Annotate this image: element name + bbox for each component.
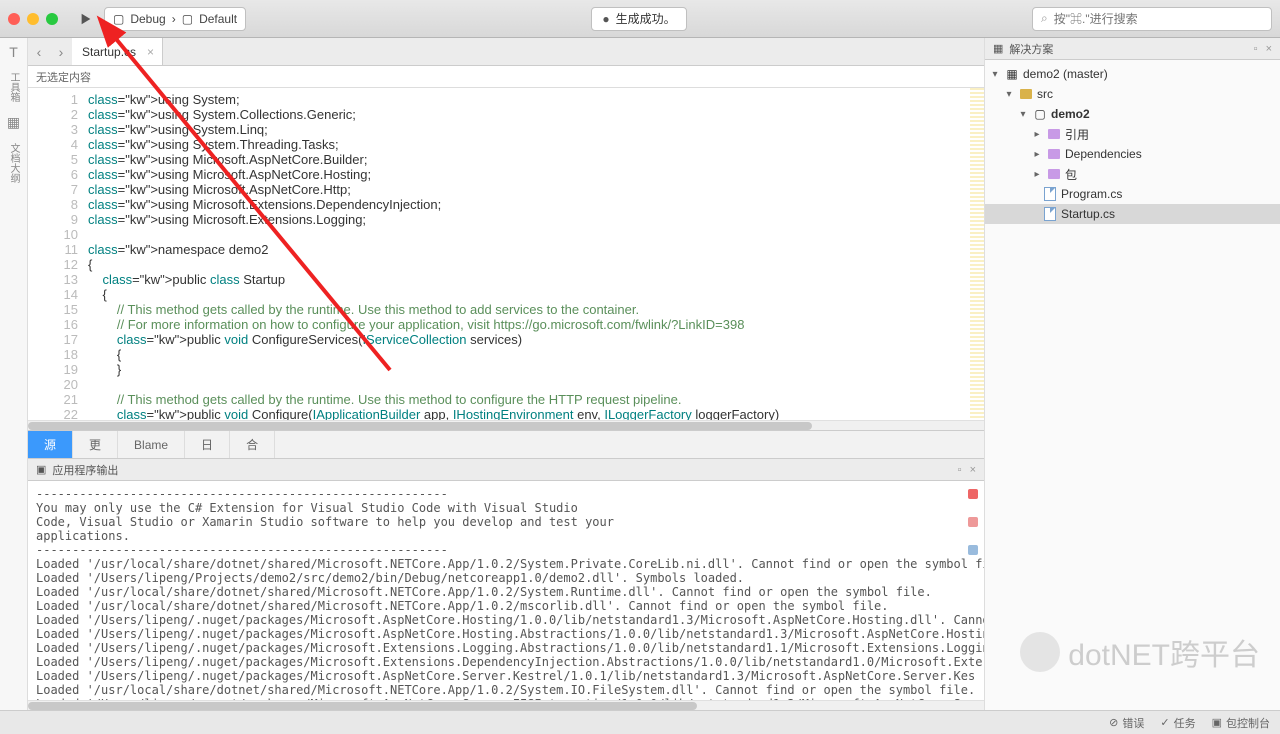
success-icon: ● [602, 12, 609, 26]
code-area[interactable]: class="kw">using System;class="kw">using… [88, 88, 984, 420]
search-icon: ⌕ [1041, 11, 1048, 26]
folder-icon [1048, 129, 1060, 139]
toolbox-label: 工具箱 [6, 72, 21, 102]
search-input[interactable] [1054, 12, 1263, 26]
doc-outline-label: 文档大纲 [6, 143, 21, 183]
csharp-file-icon [1044, 207, 1056, 221]
tree-references[interactable]: ▸ 引用 [985, 124, 1280, 144]
output-restore-icon[interactable]: ▫ [958, 464, 962, 476]
solution-explorer: ▦ 解决方案 ▫ × ▾ ▦ demo2 (master) ▾ src ▾ ▢ … [984, 38, 1280, 710]
breadcrumb[interactable]: 无选定内容 [28, 66, 984, 88]
tree-file-program-label: Program.cs [1061, 187, 1122, 201]
solution-header: ▦ 解决方案 ▫ × [985, 38, 1280, 60]
console-icon: ▣ [1212, 716, 1222, 729]
status-console[interactable]: ▣包控制台 [1212, 715, 1270, 731]
panel-close-icon[interactable]: × [1266, 43, 1272, 55]
toolbox-icon[interactable]: T [9, 44, 18, 60]
tab-changes[interactable]: 更 [73, 431, 118, 458]
status-errors[interactable]: ⊘错误 [1109, 715, 1144, 731]
output-body[interactable]: ----------------------------------------… [28, 481, 984, 700]
window-controls [8, 13, 58, 25]
doc-outline-icon[interactable]: ▦ [7, 114, 20, 131]
target-icon: ▢ [182, 12, 193, 26]
nav-forward-button[interactable]: › [50, 44, 72, 60]
line-gutter: 12345678910111213141516171819202122 [28, 88, 88, 420]
file-tab-startup[interactable]: Startup.cs × [72, 38, 163, 65]
global-search[interactable]: ⌕ [1032, 7, 1272, 31]
tree-file-program[interactable]: Program.cs [985, 184, 1280, 204]
device-icon: ▢ [113, 12, 124, 26]
tab-log[interactable]: 日 [185, 431, 230, 458]
build-status-text: 生成成功。 [616, 10, 676, 27]
tree-file-startup-label: Startup.cs [1061, 207, 1115, 221]
tree-file-startup[interactable]: Startup.cs [985, 204, 1280, 224]
close-tab-icon[interactable]: × [147, 45, 154, 59]
folder-icon [1048, 169, 1060, 179]
panel-restore-icon[interactable]: ▫ [1254, 43, 1258, 55]
build-status: ● 生成成功。 [591, 7, 686, 31]
tree-root[interactable]: ▾ ▦ demo2 (master) [985, 64, 1280, 84]
minimap[interactable] [970, 88, 984, 420]
solution-tree[interactable]: ▾ ▦ demo2 (master) ▾ src ▾ ▢ demo2 ▸ 引用 … [985, 60, 1280, 228]
chevron-down-icon[interactable]: ▾ [1017, 109, 1029, 120]
zoom-window-button[interactable] [46, 13, 58, 25]
folder-icon [1048, 149, 1060, 159]
output-title: 应用程序输出 [52, 462, 118, 478]
status-tasks[interactable]: ✓任务 [1160, 715, 1195, 731]
titlebar: ▢ Debug › ▢ Default ● 生成成功。 ⌕ [0, 0, 1280, 38]
chevron-right-icon: › [172, 12, 176, 26]
code-editor[interactable]: 12345678910111213141516171819202122 clas… [28, 88, 984, 420]
editor-hscroll[interactable] [28, 420, 984, 430]
marker-error-icon [968, 489, 978, 499]
output-panel: ▣ 应用程序输出 ▫ × ---------------------------… [28, 458, 984, 710]
tree-dependencies[interactable]: ▸ Dependencies [985, 144, 1280, 164]
source-view-tabs: 源 更 Blame 日 合 [28, 430, 984, 458]
output-close-icon[interactable]: × [970, 464, 976, 476]
breadcrumb-text: 无选定内容 [36, 69, 91, 85]
close-window-button[interactable] [8, 13, 20, 25]
check-icon: ✓ [1160, 716, 1169, 729]
solution-title: 解决方案 [1009, 41, 1053, 57]
output-hscroll[interactable] [28, 700, 984, 710]
chevron-right-icon[interactable]: ▸ [1031, 169, 1043, 180]
minimize-window-button[interactable] [27, 13, 39, 25]
chevron-right-icon[interactable]: ▸ [1031, 149, 1043, 160]
config-target-label: Default [199, 12, 237, 26]
nav-back-button[interactable]: ‹ [28, 44, 50, 60]
folder-icon [1020, 89, 1032, 99]
chevron-down-icon[interactable]: ▾ [1003, 89, 1015, 100]
output-header: ▣ 应用程序输出 ▫ × [28, 459, 984, 481]
left-toolbar: T 工具箱 ▦ 文档大纲 [0, 38, 28, 710]
tab-source[interactable]: 源 [28, 431, 73, 458]
marker-pin-icon [968, 545, 978, 555]
tree-project-label: demo2 [1051, 107, 1090, 121]
tree-packages[interactable]: ▸ 包 [985, 164, 1280, 184]
tree-root-label: demo2 (master) [1023, 67, 1108, 81]
run-button[interactable] [76, 9, 96, 29]
status-bar: ⊘错误 ✓任务 ▣包控制台 [0, 710, 1280, 734]
terminal-icon: ▣ [36, 463, 46, 476]
solution-icon: ▦ [993, 42, 1003, 55]
error-icon: ⊘ [1109, 716, 1118, 729]
tab-merge[interactable]: 合 [230, 431, 275, 458]
tree-dependencies-label: Dependencies [1065, 147, 1142, 161]
output-markers [968, 489, 978, 555]
tree-src-folder[interactable]: ▾ src [985, 84, 1280, 104]
tree-src-label: src [1037, 87, 1053, 101]
csharp-file-icon [1044, 187, 1056, 201]
solution-root-icon: ▦ [1005, 67, 1019, 81]
project-icon: ▢ [1033, 107, 1047, 121]
tree-packages-label: 包 [1065, 166, 1077, 183]
config-debug-label: Debug [130, 12, 165, 26]
config-selector[interactable]: ▢ Debug › ▢ Default [104, 7, 246, 31]
editor-tabs: ‹ › Startup.cs × [28, 38, 984, 66]
watermark: dotNET跨平台 [1020, 630, 1260, 674]
chevron-right-icon[interactable]: ▸ [1031, 129, 1043, 140]
tree-references-label: 引用 [1065, 126, 1089, 143]
chevron-down-icon[interactable]: ▾ [989, 69, 1001, 80]
tab-blame[interactable]: Blame [118, 431, 185, 458]
tree-project[interactable]: ▾ ▢ demo2 [985, 104, 1280, 124]
file-tab-label: Startup.cs [82, 45, 136, 59]
marker-warn-icon [968, 517, 978, 527]
